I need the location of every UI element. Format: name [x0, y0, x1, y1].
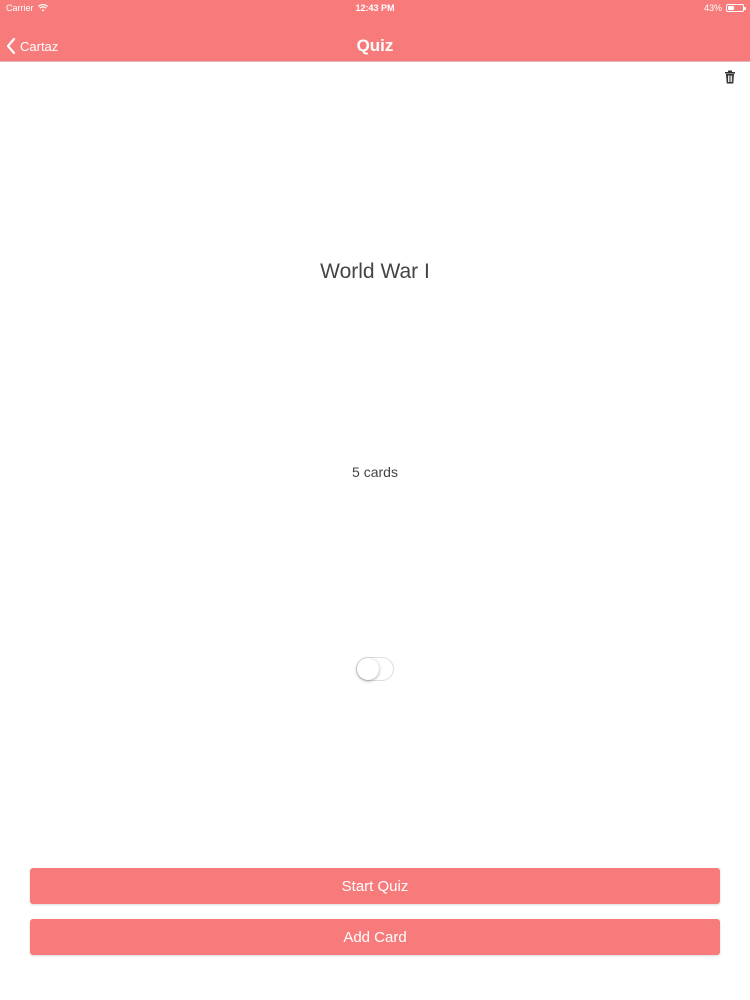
deck-title: World War I: [320, 260, 430, 283]
status-time: 12:43 PM: [355, 3, 395, 13]
chevron-left-icon: [6, 38, 16, 54]
toggle-switch[interactable]: [356, 657, 394, 681]
battery-icon: [726, 4, 746, 12]
battery-percent: 43%: [703, 3, 722, 13]
start-quiz-button[interactable]: Start Quiz: [30, 868, 720, 904]
back-button-label: Cartaz: [20, 38, 59, 54]
toggle-knob: [357, 658, 379, 680]
back-button[interactable]: Cartaz: [6, 34, 58, 58]
add-card-button[interactable]: Add Card: [30, 919, 720, 955]
trash-icon: [725, 70, 735, 84]
status-bar: Carrier 12:43 PM 43%: [0, 0, 750, 16]
battery-fill: [728, 6, 734, 10]
status-battery: 43%: [703, 0, 746, 16]
navigation-header: Carrier 12:43 PM 43% Cartaz Quiz: [0, 0, 750, 62]
page-title: Quiz: [356, 36, 394, 55]
delete-deck-button[interactable]: [724, 70, 736, 84]
card-count: 5 cards: [352, 464, 398, 480]
